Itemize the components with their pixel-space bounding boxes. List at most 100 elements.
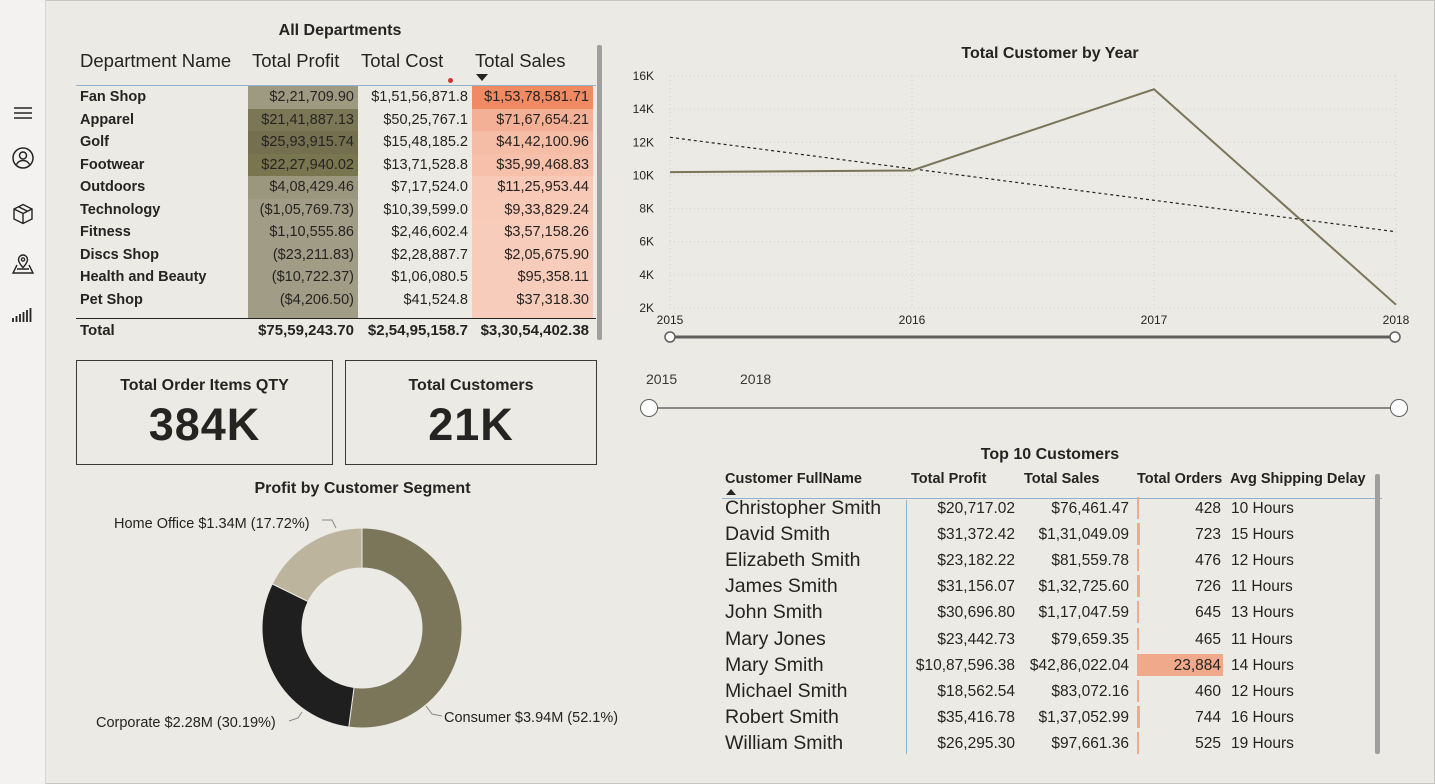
cell-cost: $10,39,599.0	[383, 201, 468, 218]
cell-profit: $26,295.30	[937, 734, 1015, 752]
table-row[interactable]: Outdoors $4,08,429.46 $7,17,524.0 $11,25,95…	[76, 176, 596, 199]
cell-profit: ($10,722.37)	[248, 266, 358, 289]
cell-sales: $79,659.35	[1051, 630, 1129, 648]
column-header-fullname[interactable]: Customer FullName	[725, 471, 862, 487]
table-row[interactable]: Pet Shop ($4,206.50) $41,524.8 $37,318.30	[76, 288, 596, 311]
cell-department: Outdoors	[80, 179, 146, 195]
x-tick-label: 2017	[1141, 313, 1168, 327]
cell-cost: $1,51,56,871.8	[371, 89, 468, 105]
table-row[interactable]: Footwear $22,27,940.02 $13,71,528.8 $35,99,…	[76, 153, 596, 176]
table-row[interactable]: Apparel $21,41,887.13 $50,25,767.1 $71,67,6…	[76, 108, 596, 131]
cell-shade	[472, 309, 593, 318]
bar-signal-icon[interactable]	[9, 300, 37, 328]
cell-profit: $1,10,555.86	[248, 221, 358, 244]
table-row[interactable]: David Smith $31,372.42 $1,31,049.09 723 15 H…	[722, 521, 1382, 547]
cell-sales: $1,53,78,581.71	[472, 86, 593, 109]
cell-profit: $2,21,709.90	[248, 86, 358, 109]
table-row[interactable]: Mary Smith $10,87,596.38 $42,86,022.04 23,8…	[722, 652, 1382, 678]
trend-line	[669, 136, 1397, 233]
slice-label-home-office: Home Office $1.34M (17.72%)	[114, 516, 310, 532]
donut-slice-corporate[interactable]	[261, 583, 355, 728]
customers-card: Total Customers 21K	[345, 360, 597, 465]
cell-fullname: Elizabeth Smith	[725, 549, 861, 572]
cell-department: Health and Beauty	[80, 269, 207, 285]
x-tick-label: 2018	[1383, 313, 1410, 327]
cell-sales: $81,559.78	[1051, 552, 1129, 570]
column-header-profit[interactable]: Total Profit	[911, 471, 986, 487]
package-icon[interactable]	[9, 200, 37, 228]
column-header-profit[interactable]: Total Profit	[252, 50, 339, 72]
cell-orders: 460	[1195, 682, 1221, 700]
card-value: 384K	[148, 399, 261, 450]
cell-department: Pet Shop	[80, 291, 143, 308]
cell-orders: 23,884	[1173, 656, 1221, 674]
cell-sales: $3,57,158.26	[472, 221, 593, 244]
cell-fullname: Christopher Smith	[725, 497, 882, 519]
cell-shipping-delay: 19 Hours	[1231, 734, 1294, 752]
column-header-orders[interactable]: Total Orders	[1137, 471, 1222, 487]
cell-shipping-delay: 12 Hours	[1231, 682, 1294, 700]
table-row[interactable]: John Smith $30,696.80 $1,17,047.59 645 13 Ho…	[722, 599, 1382, 625]
column-header-sales[interactable]: Total Sales	[1024, 471, 1099, 487]
cell-shipping-delay: 15 Hours	[1231, 526, 1294, 544]
y-tick-label: 2K	[639, 301, 654, 315]
y-tick-label: 12K	[633, 135, 654, 149]
year-slicer: 2015 2018	[640, 365, 1415, 425]
column-header-shipping-delay[interactable]: Avg Shipping Delay	[1230, 471, 1366, 487]
map-icon[interactable]	[9, 250, 37, 278]
table-row[interactable]: Discs Shop ($23,211.83) $2,28,887.7 $2,05,6…	[76, 243, 596, 266]
zoom-slider-end-handle[interactable]	[1389, 331, 1401, 343]
cell-orders: 476	[1195, 552, 1221, 570]
slicer-start-handle[interactable]	[640, 399, 658, 417]
y-tick-label: 8K	[639, 202, 654, 216]
table-row[interactable]: Mary Jones $23,442.73 $79,659.35 465 11 Hour…	[722, 626, 1382, 652]
cell-cost: $13,71,528.8	[383, 156, 468, 173]
table-row[interactable]: Health and Beauty ($10,722.37) $1,06,080.5…	[76, 266, 596, 289]
slicer-track[interactable]	[650, 407, 1400, 409]
column-header-sales[interactable]: Total Sales	[475, 50, 566, 72]
cell-department: Technology	[80, 201, 161, 218]
cell-shipping-delay: 13 Hours	[1231, 604, 1294, 622]
slice-label-consumer: Consumer $3.94M (52.1%)	[444, 710, 618, 726]
cell-profit: $31,156.07	[937, 578, 1015, 596]
table-row[interactable]: Christopher Smith $20,717.02 $76,461.47 428…	[722, 495, 1382, 521]
slicer-end-handle[interactable]	[1390, 399, 1408, 417]
card-value: 21K	[428, 399, 514, 450]
table-row-partial	[76, 309, 596, 318]
table-row[interactable]: Robert Smith $35,416.78 $1,37,052.99 744 16 …	[722, 704, 1382, 730]
cell-fullname: Mary Jones	[725, 627, 826, 650]
cell-sales: $1,32,725.60	[1038, 578, 1129, 596]
table-row[interactable]: Michael Smith $18,562.54 $83,072.16 460 12 H…	[722, 678, 1382, 704]
table-row[interactable]: Fan Shop $2,21,709.90 $1,51,56,871.8 $1,53,…	[76, 86, 596, 109]
column-header-department[interactable]: Department Name	[80, 50, 231, 72]
donut-slice-consumer[interactable]	[348, 527, 463, 729]
table-row[interactable]: James Smith $31,156.07 $1,32,725.60 726 11 H…	[722, 573, 1382, 599]
donut-slice-home-office[interactable]	[271, 527, 363, 603]
departments-table: Department Name Total Profit Total Cost …	[76, 46, 596, 342]
cell-shipping-delay: 16 Hours	[1231, 708, 1294, 726]
cell-profit: $21,41,887.13	[248, 108, 358, 131]
user-icon[interactable]	[9, 144, 37, 172]
cell-department: Fitness	[80, 224, 131, 240]
slice-label-corporate: Corporate $2.28M (30.19%)	[96, 715, 276, 731]
y-tick-label: 16K	[633, 69, 654, 83]
cell-department: Golf	[80, 134, 109, 150]
cell-profit: $25,93,915.74	[248, 131, 358, 154]
table-row[interactable]: Elizabeth Smith $23,182.22 $81,559.78 476 12…	[722, 547, 1382, 573]
zoom-slider-start-handle[interactable]	[664, 331, 676, 343]
cell-orders: 744	[1195, 708, 1221, 726]
table-row[interactable]: Fitness $1,10,555.86 $2,46,602.4 $3,57,158.…	[76, 221, 596, 244]
cell-profit: ($23,211.83)	[248, 243, 358, 266]
cell-fullname: Robert Smith	[725, 705, 839, 728]
sort-descending-icon[interactable]	[476, 74, 488, 81]
table-row[interactable]: Golf $25,93,915.74 $15,48,185.2 $41,42,100.…	[76, 131, 596, 154]
top-customers-scrollbar[interactable]	[1375, 474, 1380, 754]
table-row[interactable]: Technology ($1,05,769.73) $10,39,599.0 $9,3…	[76, 198, 596, 221]
cell-department: Fan Shop	[80, 89, 147, 105]
menu-icon[interactable]	[9, 99, 37, 127]
table-row[interactable]: William Smith $26,295.30 $97,661.36 525 19 H…	[722, 730, 1382, 756]
cell-cost: $1,06,080.5	[391, 269, 468, 285]
cell-profit: $23,442.73	[937, 630, 1015, 648]
departments-scrollbar[interactable]	[597, 45, 602, 340]
column-header-cost[interactable]: Total Cost	[361, 50, 443, 72]
